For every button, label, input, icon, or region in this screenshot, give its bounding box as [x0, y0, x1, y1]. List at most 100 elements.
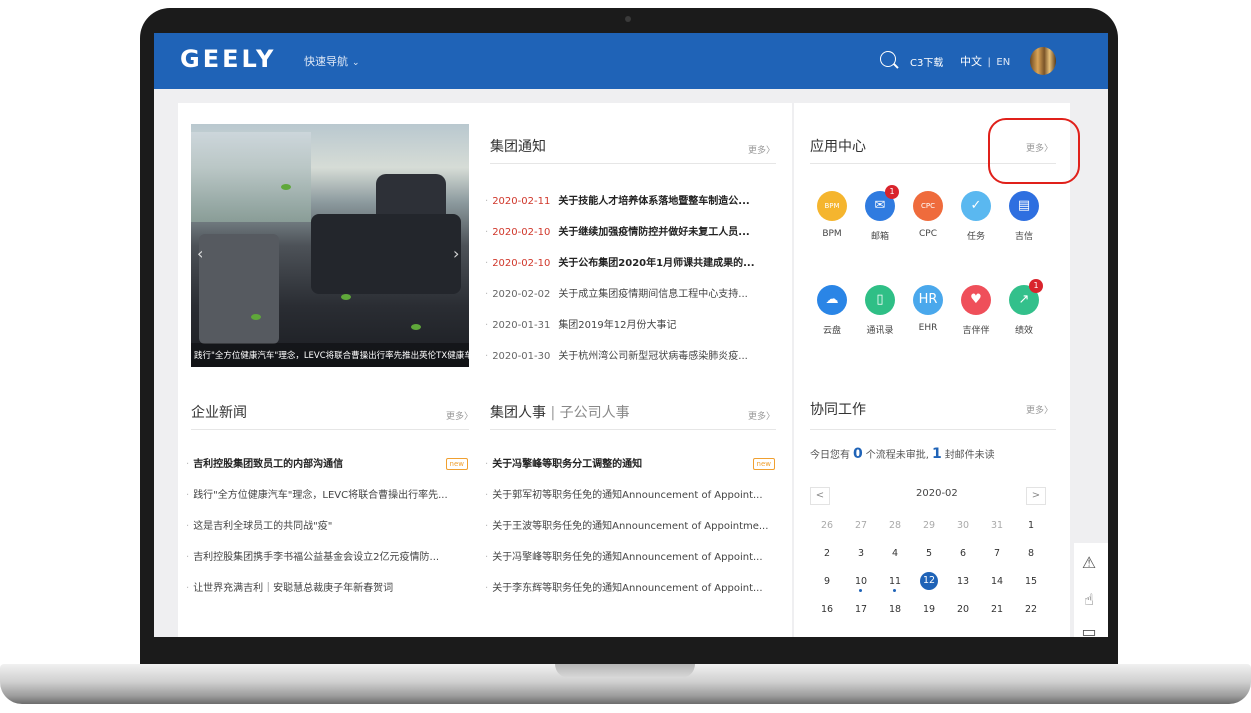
c3-download-link[interactable]: C3下载 — [910, 54, 943, 69]
calendar-day[interactable]: 7 — [980, 539, 1014, 567]
news-item[interactable]: · 吉利控股集团致员工的内部沟通信 new — [186, 449, 468, 480]
carousel-caption[interactable]: 践行"全方位健康汽车"理念，LEVC将联合曹操出行率先推出英伦TX健康车 — [191, 343, 469, 367]
lang-zh[interactable]: 中文 — [960, 55, 982, 68]
lang-en[interactable]: EN — [996, 57, 1010, 68]
personnel-item[interactable]: · 关于郭军初等职务任免的通知Announcement of Appoint... — [485, 480, 775, 511]
personnel-item[interactable]: · 关于王波等职务任免的通知Announcement of Appointme..… — [485, 511, 775, 542]
calendar-day[interactable]: 3 — [844, 539, 878, 567]
app-tile[interactable]: ♥ 吉伴伴 — [950, 285, 1002, 336]
calendar-day[interactable]: 22 — [1014, 595, 1048, 623]
personnel-item[interactable]: · 关于冯擎峰等职务任免的通知Announcement of Appoint... — [485, 542, 775, 573]
calendar-day[interactable]: 11 — [878, 567, 912, 595]
calendar-day[interactable]: 21 — [980, 595, 1014, 623]
calendar-day[interactable]: 15 — [1014, 567, 1048, 595]
warning-icon[interactable]: ⚠ — [1078, 552, 1100, 574]
calendar-day[interactable]: 9 — [810, 567, 844, 595]
user-avatar[interactable] — [1030, 47, 1056, 75]
calendar-day[interactable]: 6 — [946, 539, 980, 567]
calendar-day[interactable]: 17 — [844, 595, 878, 623]
notice-title[interactable]: 关于继续加强疫情防控并做好未复工人员... — [558, 227, 749, 238]
app-label: CPC — [919, 229, 937, 239]
calendar-day[interactable]: 2 — [810, 539, 844, 567]
notice-item[interactable]: · 2020-02-11 关于技能人才培养体系落地暨整车制造公... — [485, 186, 775, 217]
calendar-day[interactable]: 31 — [980, 511, 1014, 539]
personnel-tab-subsidiary[interactable]: 子公司人事 — [560, 405, 630, 421]
geely-logo[interactable]: GEELY — [180, 45, 276, 73]
calendar-day[interactable]: 16 — [810, 595, 844, 623]
quick-nav-menu[interactable]: 快速导航 ⌄ — [304, 53, 360, 69]
calendar-day[interactable]: 13 — [946, 567, 980, 595]
app-tile[interactable]: ▤ 吉信 — [998, 191, 1050, 242]
app-tile[interactable]: ✉ 1 邮箱 — [854, 185, 906, 242]
notice-item[interactable]: · 2020-01-30 关于杭州湾公司新型冠状病毒感染肺炎疫... — [485, 341, 775, 372]
app-tile[interactable]: ↗ 1 绩效 — [998, 279, 1050, 336]
app-tile[interactable]: ☁ 云盘 — [806, 285, 858, 336]
news-item[interactable]: · 这是吉利全球员工的共同战"疫" — [186, 511, 468, 542]
calendar-day[interactable]: 10 — [844, 567, 878, 595]
app-tile[interactable]: HR EHR — [902, 285, 954, 333]
search-icon[interactable] — [880, 51, 896, 67]
calendar-day[interactable]: 20 — [946, 595, 980, 623]
chat-bubble-icon[interactable]: ▭ — [1078, 621, 1100, 637]
calendar-day-number: 15 — [1024, 575, 1038, 587]
personnel-title[interactable]: 关于冯擎峰等职务任免的通知Announcement of Appoint... — [492, 552, 762, 563]
personnel-title[interactable]: 关于王波等职务任免的通知Announcement of Appointme... — [492, 521, 768, 532]
calendar-week: 2 3 4 5 6 7 8 — [810, 539, 1048, 567]
notice-item[interactable]: · 2020-02-10 关于继续加强疫情防控并做好未复工人员... — [485, 217, 775, 248]
personnel-title[interactable]: 关于郭军初等职务任免的通知Announcement of Appoint... — [492, 490, 762, 501]
calendar-day[interactable]: 14 — [980, 567, 1014, 595]
notice-item[interactable]: · 2020-01-31 集团2019年12月份大事记 — [485, 310, 775, 341]
notice-more-link[interactable]: 更多〉 — [748, 143, 775, 156]
calendar-day[interactable]: 1 — [1014, 511, 1048, 539]
notice-item[interactable]: · 2020-02-10 关于公布集团2020年1月师课共建成果的... — [485, 248, 775, 279]
calendar-day[interactable]: 26 — [810, 511, 844, 539]
news-title[interactable]: 吉利控股集团致员工的内部沟通信 — [193, 459, 343, 470]
calendar-day[interactable]: 8 — [1014, 539, 1048, 567]
personnel-more-link[interactable]: 更多〉 — [748, 409, 775, 422]
app-tile[interactable]: BPM BPM — [806, 191, 858, 239]
calendar-day[interactable]: 28 — [878, 511, 912, 539]
work-more-link[interactable]: 更多〉 — [1026, 403, 1053, 416]
personnel-title[interactable]: 关于冯擎峰等职务分工调整的通知 — [492, 459, 642, 470]
calendar-prev-button[interactable]: < — [810, 487, 830, 505]
news-item[interactable]: · 吉利控股集团携手李书福公益基金会设立2亿元疫情防... — [186, 542, 468, 573]
notice-title[interactable]: 关于成立集团疫情期间信息工程中心支持... — [558, 289, 748, 300]
personnel-item[interactable]: · 关于李东辉等职务任免的通知Announcement of Appoint... — [485, 573, 775, 604]
thumb-up-icon[interactable]: ☝ — [1078, 589, 1100, 611]
divider — [490, 429, 776, 430]
notice-title[interactable]: 关于技能人才培养体系落地暨整车制造公... — [558, 196, 749, 207]
pending-flow-count[interactable]: 0 — [853, 446, 863, 462]
calendar-day[interactable]: 4 — [878, 539, 912, 567]
app-tile[interactable]: CPC CPC — [902, 191, 954, 239]
personnel-tab-group[interactable]: 集团人事 — [490, 405, 546, 421]
calendar-day[interactable]: 30 — [946, 511, 980, 539]
personnel-item[interactable]: · 关于冯擎峰等职务分工调整的通知 new — [485, 449, 775, 480]
notice-title[interactable]: 关于杭州湾公司新型冠状病毒感染肺炎疫... — [558, 351, 748, 362]
bullet-icon: · — [485, 289, 489, 300]
personnel-title[interactable]: 关于李东辉等职务任免的通知Announcement of Appoint... — [492, 583, 762, 594]
news-title[interactable]: 吉利控股集团携手李书福公益基金会设立2亿元疫情防... — [193, 552, 439, 563]
carousel-prev-icon[interactable]: ‹ — [197, 244, 203, 263]
bullet-icon: · — [485, 258, 489, 269]
carousel-next-icon[interactable]: › — [453, 244, 459, 263]
news-item[interactable]: · 让世界充满吉利｜安聪慧总裁庚子年新春贺词 — [186, 573, 468, 604]
notice-title[interactable]: 关于公布集团2020年1月师课共建成果的... — [558, 258, 754, 269]
calendar-day[interactable]: 19 — [912, 595, 946, 623]
news-title[interactable]: 践行"全方位健康汽车"理念，LEVC将联合曹操出行率先... — [193, 490, 447, 501]
calendar-day[interactable]: 5 — [912, 539, 946, 567]
news-title[interactable]: 让世界充满吉利｜安聪慧总裁庚子年新春贺词 — [193, 583, 393, 594]
calendar-day[interactable]: 29 — [912, 511, 946, 539]
news-title[interactable]: 这是吉利全球员工的共同战"疫" — [193, 521, 332, 532]
calendar-day[interactable]: 27 — [844, 511, 878, 539]
unread-mail-count[interactable]: 1 — [932, 446, 942, 462]
news-item[interactable]: · 践行"全方位健康汽车"理念，LEVC将联合曹操出行率先... — [186, 480, 468, 511]
notice-item[interactable]: · 2020-02-02 关于成立集团疫情期间信息工程中心支持... — [485, 279, 775, 310]
app-tile[interactable]: ✓ 任务 — [950, 191, 1002, 242]
calendar-next-button[interactable]: > — [1026, 487, 1046, 505]
calendar-day[interactable]: 18 — [878, 595, 912, 623]
news-carousel[interactable]: ‹ › 践行"全方位健康汽车"理念，LEVC将联合曹操出行率先推出英伦TX健康车 — [191, 124, 469, 367]
notice-title[interactable]: 集团2019年12月份大事记 — [558, 320, 676, 331]
calendar-day[interactable]: 12 — [912, 567, 946, 595]
app-tile[interactable]: ▯ 通讯录 — [854, 285, 906, 336]
news-more-link[interactable]: 更多〉 — [446, 409, 473, 422]
